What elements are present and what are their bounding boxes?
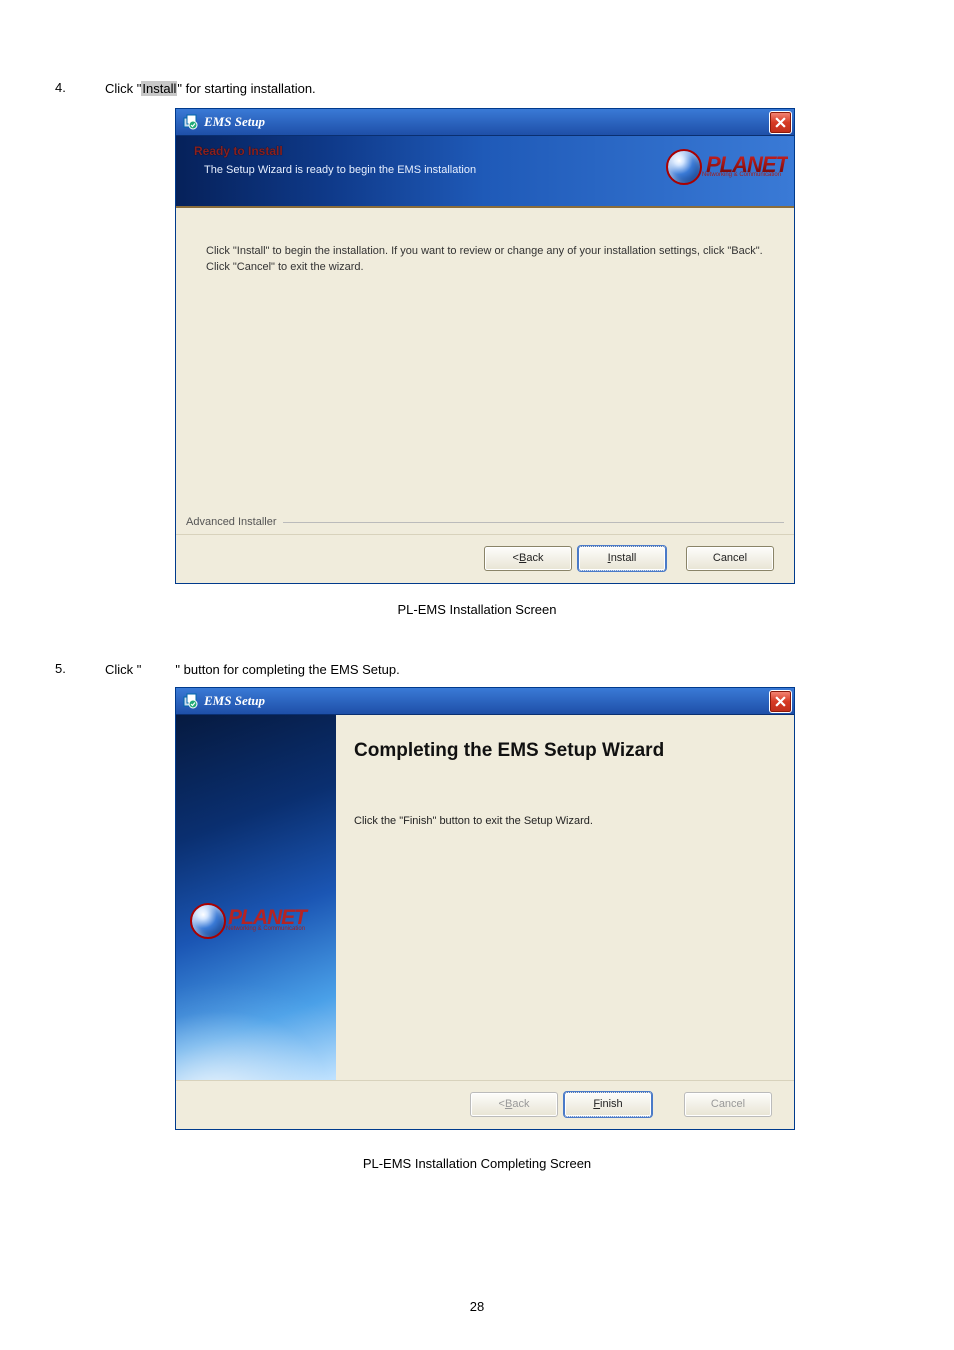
dialog2-content: PLANET Networking & Communication Comple… — [176, 715, 794, 1080]
step4-highlight: Install — [141, 81, 177, 96]
step5-suffix: " button for completing the EMS Setup. — [175, 662, 399, 677]
globe-icon — [666, 149, 702, 185]
step4-suffix: " for starting installation. — [177, 81, 315, 96]
planet-logo-text: PLANET — [228, 910, 306, 927]
dialog2-side-banner: PLANET Networking & Communication — [176, 715, 336, 1080]
installer-icon — [182, 693, 198, 709]
back-button: < Back — [470, 1092, 558, 1117]
titlebar: EMS Setup — [176, 688, 794, 715]
completing-heading: Completing the EMS Setup Wizard — [354, 739, 772, 763]
planet-logo-text: PLANET — [706, 156, 788, 174]
advanced-installer-text: Advanced Installer — [186, 516, 277, 528]
back-button[interactable]: < Back — [484, 546, 572, 571]
figure-caption-1: PL-EMS Installation Screen — [60, 602, 894, 617]
dialog1-header: Ready to Install The Setup Wizard is rea… — [176, 136, 794, 208]
dialog1-title: EMS Setup — [204, 114, 769, 130]
planet-logo-tag: Networking & Communication — [226, 926, 306, 932]
cancel-button: Cancel — [684, 1092, 772, 1117]
completing-message: Click the "Finish" button to exit the Se… — [354, 815, 772, 827]
cancel-button[interactable]: Cancel — [686, 546, 774, 571]
dialog1-body: Click "Install" to begin the installatio… — [176, 208, 794, 534]
planet-logo: PLANET Networking & Communication — [190, 900, 306, 942]
close-icon[interactable] — [769, 111, 792, 134]
step-4-text: Click "Install" for starting installatio… — [105, 80, 316, 98]
install-button[interactable]: Install — [578, 546, 666, 571]
globe-icon — [190, 903, 226, 939]
step-5-text: Click " " button for completing the EMS S… — [105, 661, 400, 679]
finish-button[interactable]: Finish — [564, 1092, 652, 1117]
dialog2-button-row: < Back Finish Cancel — [176, 1080, 794, 1129]
dialog1-button-row: < Back Install Cancel — [176, 534, 794, 583]
installer-icon — [182, 114, 198, 130]
titlebar: EMS Setup — [176, 109, 794, 136]
step5-prefix: Click " — [105, 662, 141, 677]
step-4-number: 4. — [55, 80, 85, 95]
ems-setup-dialog-install: EMS Setup Ready to Install The Setup Wiz… — [175, 108, 795, 584]
dialog2-title: EMS Setup — [204, 693, 769, 709]
ems-setup-dialog-finish: EMS Setup PLANET Networking & Communicat… — [175, 687, 795, 1130]
dialog1-message: Click "Install" to begin the installatio… — [206, 244, 764, 275]
advanced-installer-label: Advanced Installer — [186, 516, 784, 528]
figure-caption-2: PL-EMS Installation Completing Screen — [60, 1156, 894, 1171]
step-4-row: 4. Click "Install" for starting installa… — [55, 80, 894, 98]
step-5-number: 5. — [55, 661, 85, 676]
divider-line — [283, 522, 785, 524]
close-icon[interactable] — [769, 690, 792, 713]
page-number: 28 — [0, 1299, 954, 1314]
step4-prefix: Click " — [105, 81, 141, 96]
planet-logo: PLANET Networking & Communication — [666, 146, 786, 188]
step-5-row: 5. Click " " button for completing the EM… — [55, 661, 894, 679]
dialog2-main: Completing the EMS Setup Wizard Click th… — [336, 715, 794, 1080]
